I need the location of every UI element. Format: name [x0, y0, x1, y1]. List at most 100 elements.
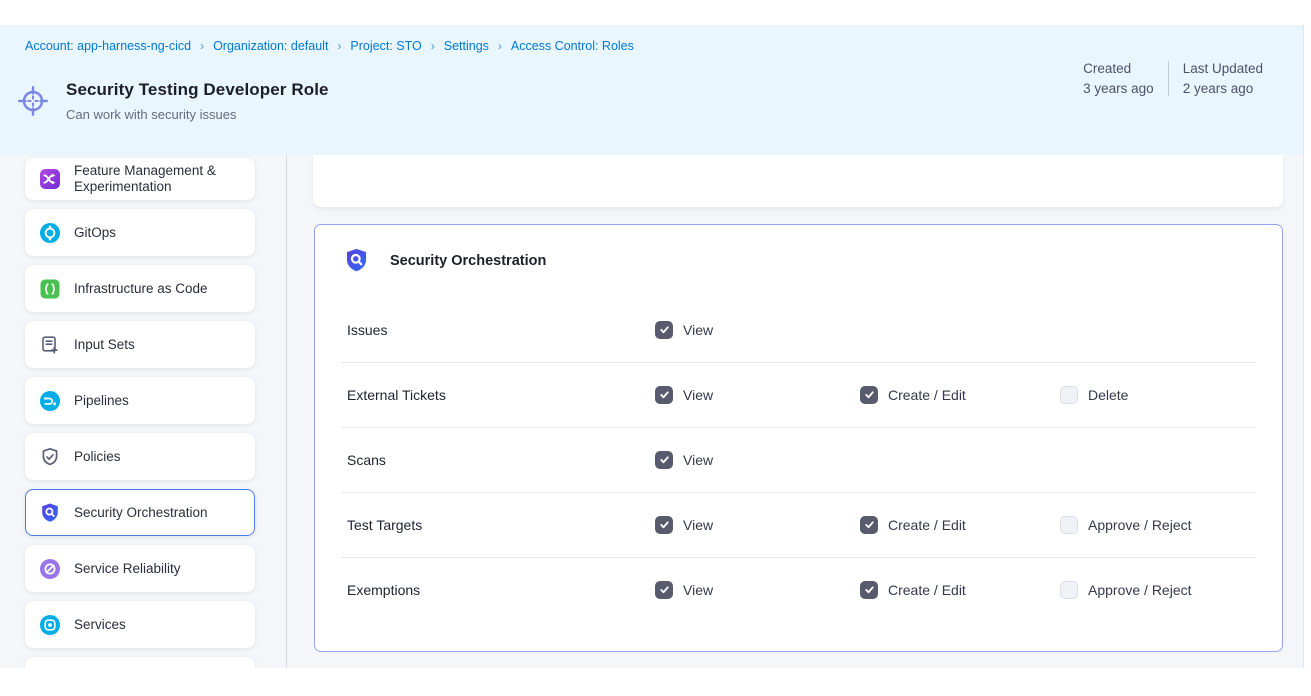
permission-row-test-targets: Test Targets View Create / Edit Approve … [315, 492, 1282, 557]
resource-label: Scans [347, 452, 386, 468]
checkbox-create-edit[interactable] [860, 386, 878, 404]
infrastructure-as-code-icon [39, 278, 61, 300]
resource-label: Exemptions [347, 582, 420, 598]
permission-row-exemptions: Exemptions View Create / Edit Approve / … [315, 557, 1282, 622]
permission-cell: View [655, 386, 713, 404]
resource-label: Issues [347, 322, 387, 338]
services-icon [39, 614, 61, 636]
resource-label: Test Targets [347, 517, 422, 533]
created-label: Created [1083, 61, 1154, 76]
panel-right-border [1303, 25, 1304, 668]
sidebar-item-partial[interactable] [25, 657, 255, 668]
page-header: Account: app-harness-ng-cicd › Organizatio… [0, 25, 1303, 155]
input-sets-icon [39, 334, 61, 356]
feature-flags-icon [39, 168, 61, 190]
permission-label: Delete [1088, 387, 1128, 403]
last-updated-value: 2 years ago [1183, 81, 1263, 96]
permission-label: Approve / Reject [1088, 582, 1192, 598]
permission-label: View [683, 582, 713, 598]
checkbox-view[interactable] [655, 581, 673, 599]
checkbox-approve-reject[interactable] [1060, 516, 1078, 534]
sidebar-item-pipelines[interactable]: Pipelines [25, 377, 255, 424]
sidebar-item-label: Security Orchestration [74, 505, 208, 520]
breadcrumb-separator: › [337, 39, 341, 53]
module-sidebar: Feature Management & Experimentation Git… [25, 158, 255, 668]
created-value: 3 years ago [1083, 81, 1154, 96]
breadcrumb-separator: › [431, 39, 435, 53]
checkbox-view[interactable] [655, 451, 673, 469]
permission-cell: Delete [1060, 386, 1128, 404]
sidebar-item-label: Input Sets [74, 337, 135, 352]
module-header: Security Orchestration [315, 225, 1282, 276]
checkbox-view[interactable] [655, 386, 673, 404]
permission-cell: Approve / Reject [1060, 516, 1192, 534]
permission-cell: Create / Edit [860, 516, 966, 534]
permission-cell: View [655, 516, 713, 534]
sidebar-item-label: Services [74, 617, 126, 632]
sidebar-item-label: Pipelines [74, 393, 129, 408]
breadcrumb-separator: › [200, 39, 204, 53]
security-orchestration-icon [343, 245, 370, 276]
sidebar-item-label: Policies [74, 449, 121, 464]
permission-cell: View [655, 451, 713, 469]
page-subtitle: Can work with security issues [66, 107, 237, 122]
sidebar-item-label: GitOps [74, 225, 116, 240]
permission-label: Create / Edit [888, 517, 966, 533]
permission-label: Approve / Reject [1088, 517, 1192, 533]
checkbox-view[interactable] [655, 321, 673, 339]
permission-label: View [683, 452, 713, 468]
gitops-icon [39, 222, 61, 244]
sidebar-item-label: Infrastructure as Code [74, 281, 208, 296]
page: Account: app-harness-ng-cicd › Organizatio… [0, 0, 1311, 696]
sidebar-item-service-reliability[interactable]: Service Reliability [25, 545, 255, 592]
sidebar-item-label: Feature Management & Experimentation [74, 163, 241, 196]
previous-module-card-partial [313, 155, 1283, 207]
policies-icon [39, 446, 61, 468]
resource-label: External Tickets [347, 387, 446, 403]
permission-row-issues: Issues View [315, 297, 1282, 362]
permission-label: View [683, 387, 713, 403]
breadcrumb-link[interactable]: Settings [444, 39, 489, 53]
sidebar-item-security-orchestration[interactable]: Security Orchestration [25, 489, 255, 536]
checkbox-create-edit[interactable] [860, 516, 878, 534]
checkbox-delete[interactable] [1060, 386, 1078, 404]
security-orchestration-permissions-card: Security Orchestration Issues View Exter… [314, 224, 1283, 652]
sidebar-item-gitops[interactable]: GitOps [25, 209, 255, 256]
content-area: Feature Management & Experimentation Git… [0, 155, 1303, 668]
checkbox-create-edit[interactable] [860, 581, 878, 599]
last-updated-label: Last Updated [1183, 61, 1263, 76]
permission-label: View [683, 517, 713, 533]
permission-label: View [683, 322, 713, 338]
permission-row-scans: Scans View [315, 427, 1282, 492]
created-meta: Created 3 years ago [1083, 61, 1154, 96]
sidebar-item-services[interactable]: Services [25, 601, 255, 648]
sidebar-item-label: Service Reliability [74, 561, 181, 576]
sidebar-item-infrastructure-as-code[interactable]: Infrastructure as Code [25, 265, 255, 312]
checkbox-view[interactable] [655, 516, 673, 534]
sidebar-item-input-sets[interactable]: Input Sets [25, 321, 255, 368]
page-title: Security Testing Developer Role [66, 80, 329, 100]
breadcrumb-link[interactable]: Access Control: Roles [511, 39, 634, 53]
sidebar-item-feature-management-experimentation[interactable]: Feature Management & Experimentation [25, 158, 255, 200]
sidebar-divider [286, 155, 287, 668]
last-updated-meta: Last Updated 2 years ago [1183, 61, 1263, 96]
permission-cell: View [655, 321, 713, 339]
breadcrumb-link[interactable]: Organization: default [213, 39, 328, 53]
permission-cell: Approve / Reject [1060, 581, 1192, 599]
permission-cell: View [655, 581, 713, 599]
breadcrumb-link[interactable]: Project: STO [350, 39, 421, 53]
checkbox-approve-reject[interactable] [1060, 581, 1078, 599]
sidebar-item-policies[interactable]: Policies [25, 433, 255, 480]
breadcrumb-separator: › [498, 39, 502, 53]
permission-row-external-tickets: External Tickets View Create / Edit Dele… [315, 362, 1282, 427]
breadcrumb-link[interactable]: Account: app-harness-ng-cicd [25, 39, 191, 53]
security-orchestration-icon [39, 502, 61, 524]
breadcrumb: Account: app-harness-ng-cicd › Organizatio… [25, 39, 634, 53]
permission-cell: Create / Edit [860, 581, 966, 599]
permission-cell: Create / Edit [860, 386, 966, 404]
permission-label: Create / Edit [888, 582, 966, 598]
meta-divider [1168, 61, 1169, 96]
module-title: Security Orchestration [390, 253, 546, 269]
role-target-icon [14, 82, 52, 120]
service-reliability-icon [39, 558, 61, 580]
